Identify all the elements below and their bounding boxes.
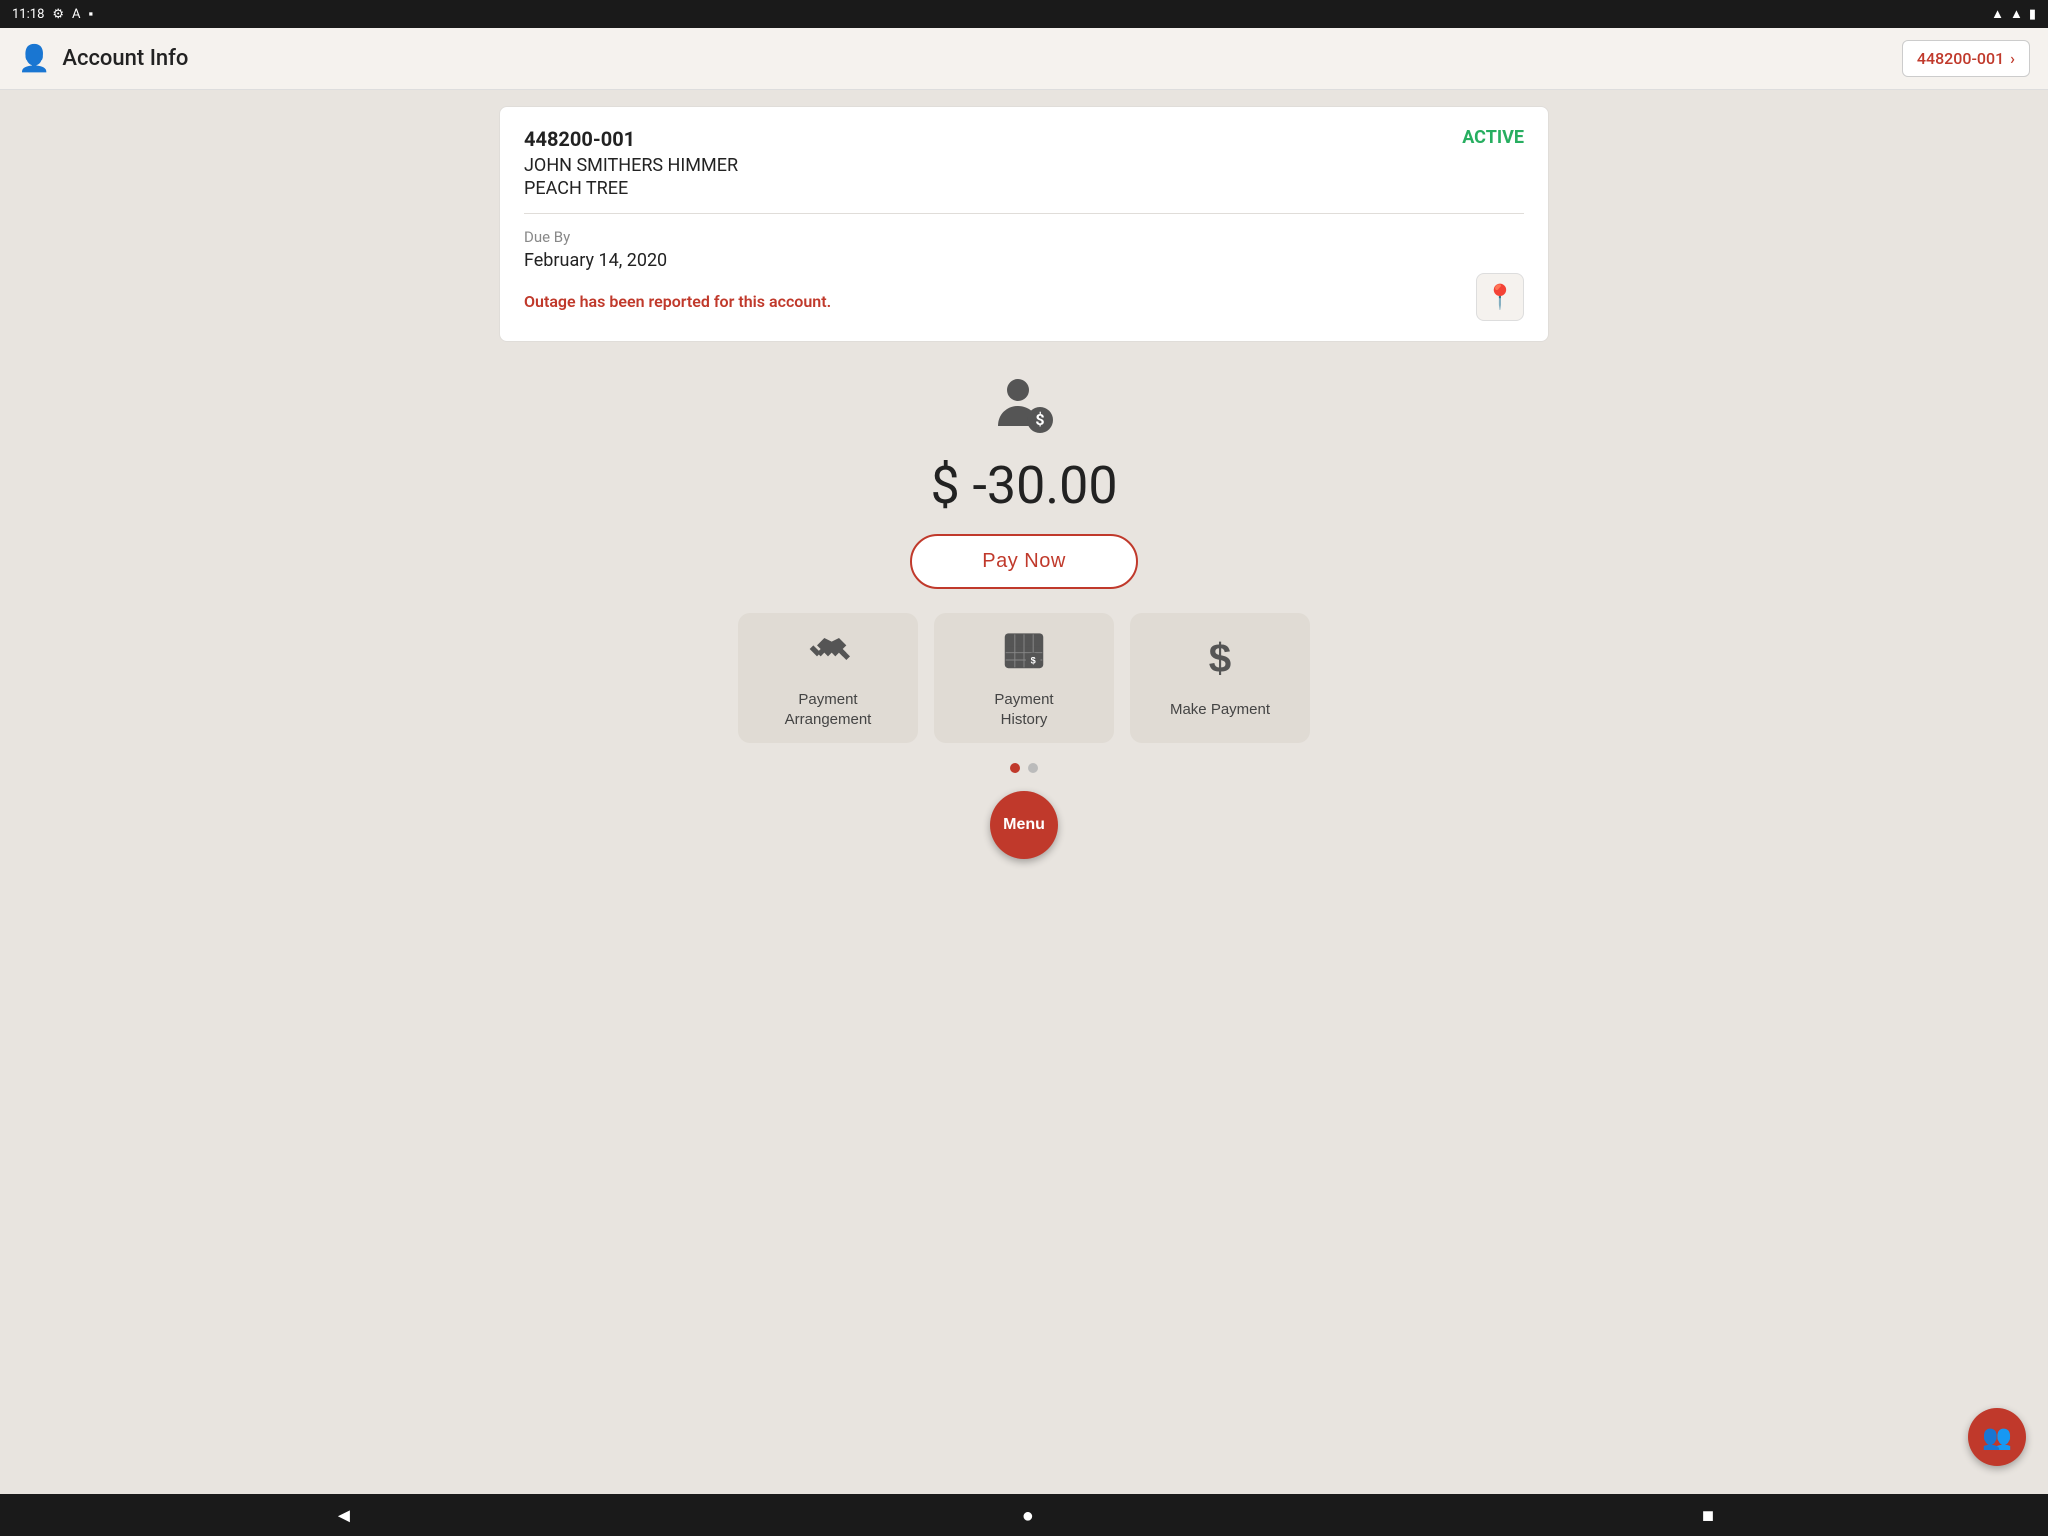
due-date: February 14, 2020: [524, 250, 1524, 271]
payment-history-button[interactable]: $ PaymentHistory: [934, 613, 1114, 743]
pay-now-button[interactable]: Pay Now: [910, 534, 1138, 589]
home-nav-icon[interactable]: ●: [1022, 1503, 1034, 1528]
outage-message: Outage has been reported for this accoun…: [524, 292, 831, 311]
page-dots: [1010, 763, 1038, 773]
balance-amount: $ -30.00: [930, 455, 1117, 516]
balance-icon: $: [992, 372, 1056, 449]
payment-arrangement-label: PaymentArrangement: [785, 690, 872, 729]
dot-1: [1010, 763, 1020, 773]
account-selector-number: 448200-001: [1917, 49, 2004, 68]
dot-2: [1028, 763, 1038, 773]
status-time: 11:18: [12, 7, 44, 22]
sim-icon: ▪: [89, 6, 94, 22]
account-number: 448200-001: [524, 127, 635, 151]
make-payment-label: Make Payment: [1170, 700, 1270, 720]
account-status-badge: ACTIVE: [1462, 127, 1524, 148]
menu-button[interactable]: Menu: [990, 791, 1058, 859]
signal-icon: ▲: [2010, 6, 2023, 22]
action-buttons: PaymentArrangement $: [738, 613, 1310, 743]
handshake-icon: [806, 627, 850, 680]
contacts-fab-icon: 👥: [1982, 1423, 2012, 1452]
a-icon: A: [72, 7, 80, 22]
account-card-header: 448200-001 ACTIVE: [524, 127, 1524, 151]
customer-name: JOHN SMITHERS HIMMER: [524, 155, 1524, 176]
card-divider: [524, 213, 1524, 214]
status-left: 11:18 ⚙ A ▪: [12, 6, 93, 22]
due-label: Due By: [524, 228, 1524, 246]
outage-location-button[interactable]: 📍: [1476, 273, 1524, 321]
status-bar: 11:18 ⚙ A ▪ ▲ ▲ ▮: [0, 0, 2048, 28]
status-right: ▲ ▲ ▮: [1991, 6, 2036, 22]
app-bar: 👤 Account Info 448200-001 ›: [0, 28, 2048, 90]
payment-history-label: PaymentHistory: [994, 690, 1053, 729]
make-payment-button[interactable]: $ Make Payment: [1130, 613, 1310, 743]
calendar-dollar-icon: $: [1002, 627, 1046, 680]
location-pin-icon: 📍: [1485, 283, 1515, 312]
svg-text:$: $: [1035, 410, 1044, 429]
main-content: 448200-001 ACTIVE JOHN SMITHERS HIMMER P…: [0, 90, 2048, 1494]
user-info-icon: 👤: [18, 44, 50, 74]
svg-text:$: $: [1209, 637, 1231, 681]
android-nav-bar: ◄ ● ■: [0, 1494, 2048, 1536]
settings-icon: ⚙: [52, 7, 64, 22]
dollar-sign-icon: $: [1198, 637, 1242, 690]
account-card: 448200-001 ACTIVE JOHN SMITHERS HIMMER P…: [499, 106, 1549, 342]
contacts-fab[interactable]: 👥: [1968, 1408, 2026, 1466]
battery-icon: ▮: [2029, 7, 2036, 22]
back-nav-icon[interactable]: ◄: [334, 1503, 354, 1528]
account-selector[interactable]: 448200-001 ›: [1902, 40, 2030, 77]
account-location: PEACH TREE: [524, 178, 1524, 199]
balance-section: $ $ -30.00 Pay Now: [910, 372, 1138, 589]
chevron-right-icon: ›: [2010, 49, 2015, 68]
svg-text:$: $: [1031, 656, 1036, 666]
recents-nav-icon[interactable]: ■: [1702, 1503, 1714, 1528]
payment-arrangement-button[interactable]: PaymentArrangement: [738, 613, 918, 743]
app-bar-left: 👤 Account Info: [18, 44, 188, 74]
wifi-icon: ▲: [1991, 6, 2004, 22]
page-title: Account Info: [62, 46, 188, 71]
